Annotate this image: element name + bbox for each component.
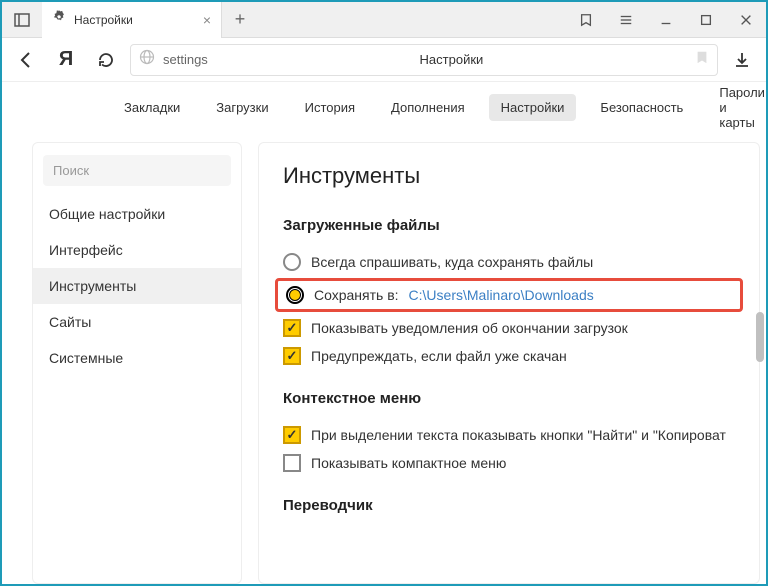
tab-close-icon[interactable]: ×: [203, 12, 211, 28]
reader-mode-icon[interactable]: [566, 2, 606, 38]
sidebar-item-0[interactable]: Общие настройки: [33, 196, 241, 232]
option-label: Сохранять в:: [314, 287, 399, 303]
bookmark-icon[interactable]: [695, 50, 709, 69]
globe-icon: [139, 49, 155, 70]
checkbox-icon[interactable]: [283, 319, 301, 337]
settings-main-panel: Инструменты Загруженные файлы Всегда спр…: [258, 142, 760, 584]
downloads-button[interactable]: [726, 44, 758, 76]
address-text: settings: [163, 52, 208, 67]
option-save-to[interactable]: Сохранять в: C:\Users\Malinaro\Downloads: [275, 278, 743, 312]
nav-tab-3[interactable]: Дополнения: [379, 94, 477, 121]
section-translator-title: Переводчик: [283, 497, 735, 514]
section-downloads-title: Загруженные файлы: [283, 217, 735, 234]
sidebar-item-4[interactable]: Системные: [33, 340, 241, 376]
new-tab-button[interactable]: +: [222, 9, 258, 30]
close-button[interactable]: [726, 2, 766, 38]
address-page-title: Настройки: [216, 52, 687, 67]
browser-tab[interactable]: Настройки ×: [42, 2, 222, 38]
settings-nav-tabs: Закладки Загрузки История Дополнения Настрой…: [2, 82, 766, 132]
option-label: Показывать компактное меню: [311, 455, 506, 471]
option-show-notifications[interactable]: Показывать уведомления об окончании загр…: [283, 314, 735, 342]
gear-icon: [52, 10, 66, 29]
maximize-button[interactable]: [686, 2, 726, 38]
scrollbar-thumb[interactable]: [756, 312, 764, 362]
nav-tab-6[interactable]: Пароли и карты: [707, 79, 768, 136]
nav-tab-2[interactable]: История: [293, 94, 367, 121]
nav-tab-0[interactable]: Закладки: [112, 94, 192, 121]
sidebar-search-input[interactable]: Поиск: [43, 155, 231, 186]
download-path-link[interactable]: C:\Users\Malinaro\Downloads: [409, 287, 594, 303]
option-label: Предупреждать, если файл уже скачан: [311, 348, 567, 364]
option-label: Показывать уведомления об окончании загр…: [311, 320, 628, 336]
nav-tab-4[interactable]: Настройки: [489, 94, 577, 121]
nav-tab-1[interactable]: Загрузки: [204, 94, 280, 121]
reload-button[interactable]: [90, 44, 122, 76]
page-heading: Инструменты: [283, 163, 735, 189]
sidebar-item-1[interactable]: Интерфейс: [33, 232, 241, 268]
option-warn-duplicate[interactable]: Предупреждать, если файл уже скачан: [283, 342, 735, 370]
option-label: Всегда спрашивать, куда сохранять файлы: [311, 254, 593, 270]
radio-icon[interactable]: [286, 286, 304, 304]
option-always-ask[interactable]: Всегда спрашивать, куда сохранять файлы: [283, 248, 735, 276]
radio-icon[interactable]: [283, 253, 301, 271]
menu-icon[interactable]: [606, 2, 646, 38]
tab-title: Настройки: [74, 13, 195, 27]
checkbox-icon[interactable]: [283, 454, 301, 472]
checkbox-icon[interactable]: [283, 347, 301, 365]
sidebar-panel-icon[interactable]: [2, 12, 42, 28]
option-label: При выделении текста показывать кнопки "…: [311, 427, 726, 443]
sidebar-item-3[interactable]: Сайты: [33, 304, 241, 340]
nav-tab-5[interactable]: Безопасность: [588, 94, 695, 121]
back-button[interactable]: [10, 44, 42, 76]
section-context-title: Контекстное меню: [283, 390, 735, 407]
option-compact-menu[interactable]: Показывать компактное меню: [283, 449, 735, 477]
address-bar[interactable]: settings Настройки: [130, 44, 718, 76]
option-show-buttons[interactable]: При выделении текста показывать кнопки "…: [283, 421, 735, 449]
minimize-button[interactable]: [646, 2, 686, 38]
yandex-logo[interactable]: Я: [50, 48, 82, 71]
sidebar-item-2[interactable]: Инструменты: [33, 268, 241, 304]
checkbox-icon[interactable]: [283, 426, 301, 444]
settings-sidebar: Поиск Общие настройкиИнтерфейсИнструмент…: [32, 142, 242, 584]
